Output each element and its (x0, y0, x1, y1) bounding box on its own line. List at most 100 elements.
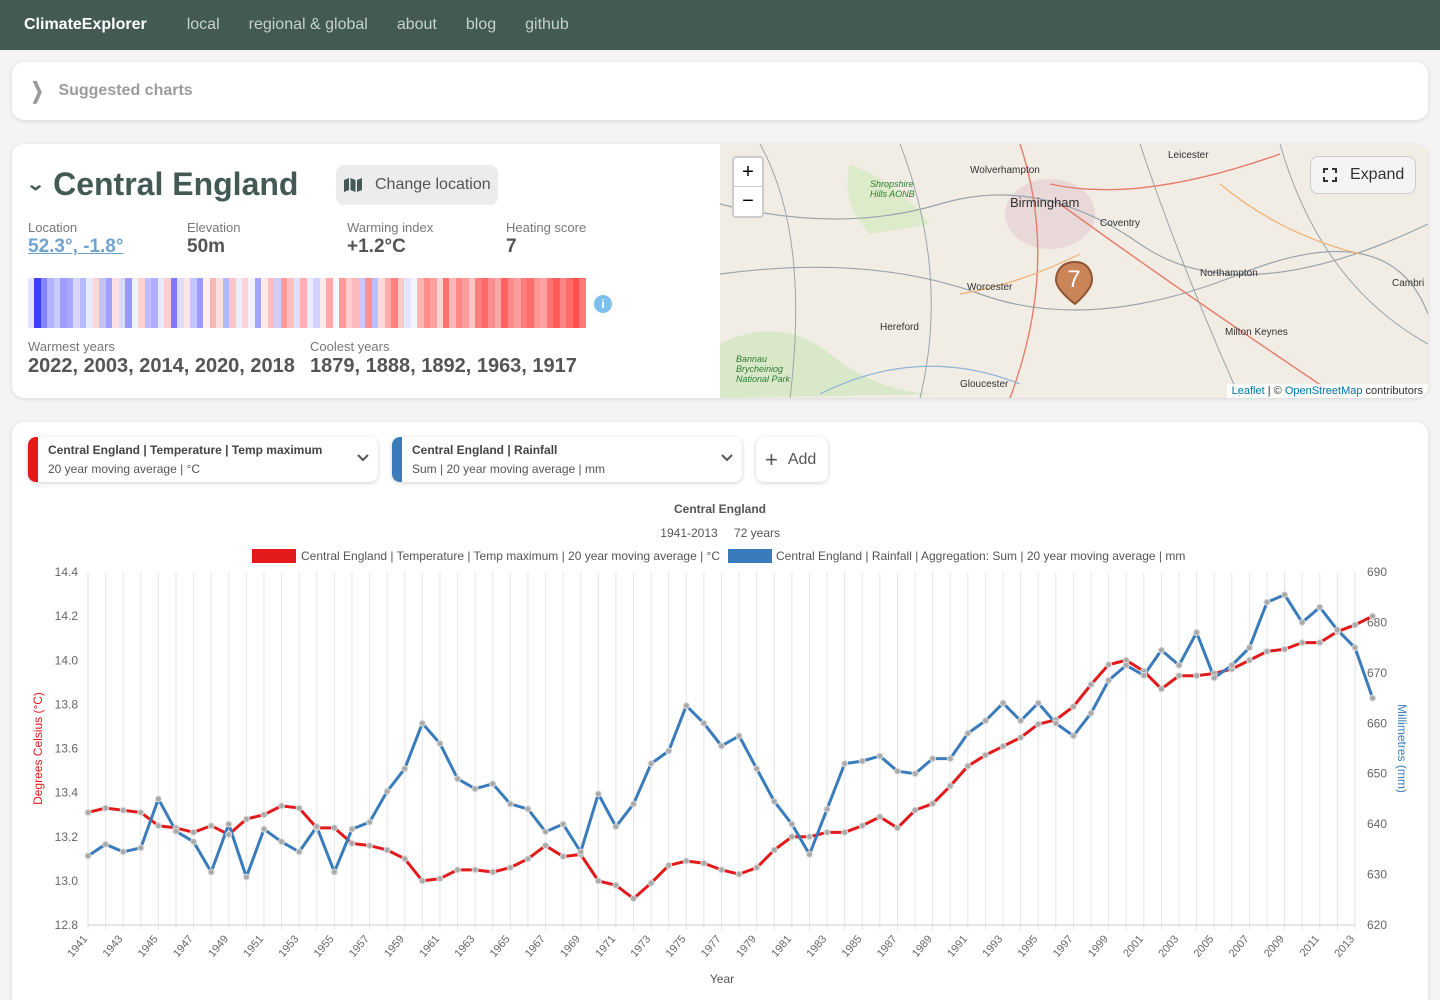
info-icon[interactable]: i (594, 295, 612, 313)
x-tick-label: 1993 (980, 933, 1005, 959)
nav-link-github[interactable]: github (525, 16, 569, 34)
y-tick-left: 13.4 (55, 786, 79, 800)
temperature-data-point (1316, 639, 1324, 647)
temperature-data-point (981, 751, 989, 759)
temperature-data-point (137, 808, 145, 816)
temperature-data-point (542, 842, 550, 850)
coolest-years-label: Coolest years (310, 339, 390, 354)
expand-map-button[interactable]: Expand (1310, 156, 1416, 194)
x-tick-label: 1957 (347, 933, 372, 959)
rainfall-data-point (524, 805, 532, 813)
rainfall-data-point (946, 755, 954, 763)
temperature-data-point (929, 800, 937, 808)
y-tick-right: 690 (1367, 565, 1387, 579)
stat-value: +1.2°C (347, 236, 406, 257)
temperature-data-point (911, 806, 919, 814)
rainfall-data-point (1087, 709, 1095, 717)
leaflet-link[interactable]: Leaflet (1232, 385, 1265, 397)
stat-value: 50m (187, 236, 226, 257)
x-tick-label: 1943 (101, 933, 126, 959)
x-tick-label: 1999 (1086, 933, 1111, 959)
zoom-in-button[interactable]: + (734, 158, 762, 187)
x-tick-label: 1951 (241, 933, 266, 959)
y-tick-left: 14.2 (55, 609, 79, 623)
rainfall-data-point (1017, 717, 1025, 725)
map-place-label: Shropshire Hills AONB (870, 179, 915, 199)
temperature-data-point (348, 839, 356, 847)
temperature-data-point (366, 842, 374, 850)
rainfall-data-point (542, 828, 550, 836)
map-place-label: Hereford (880, 322, 919, 333)
rainfall-data-point (1333, 626, 1341, 634)
rainfall-data-point (929, 755, 937, 763)
rainfall-data-point (295, 848, 303, 856)
temperature-data-point (119, 806, 127, 814)
rainfall-data-point (1351, 644, 1359, 652)
rainfall-data-point (102, 840, 110, 848)
y-tick-left: 13.2 (55, 830, 79, 844)
y-tick-right: 650 (1367, 767, 1387, 781)
rainfall-data-point (1193, 629, 1201, 637)
rainfall-data-point (242, 873, 250, 881)
map-place-label: Leicester (1168, 150, 1209, 161)
nav-link-local[interactable]: local (187, 16, 220, 34)
x-tick-label: 1959 (382, 933, 407, 959)
rainfall-data-point (1316, 603, 1324, 611)
rainfall-data-point (137, 844, 145, 852)
suggested-charts-panel[interactable]: ❯ Suggested charts (12, 62, 1428, 120)
temperature-data-point (735, 870, 743, 878)
zoom-out-button[interactable]: − (734, 187, 762, 216)
temperature-series-line (87, 614, 1374, 901)
x-tick-label: 1955 (312, 933, 337, 959)
map-place-label: Coventry (1100, 218, 1141, 229)
change-location-button[interactable]: Change location (336, 165, 498, 205)
temperature-data-point (489, 868, 497, 876)
y-tick-right: 660 (1367, 716, 1387, 730)
stat-location: Location 52.3°, -1.8° (28, 220, 123, 258)
y-tick-left: 14.0 (55, 653, 79, 667)
rainfall-data-point (911, 770, 919, 778)
x-tick-label: 1983 (804, 933, 829, 959)
rainfall-data-point (1157, 646, 1165, 654)
chevron-down-icon[interactable]: ⌄ (26, 174, 46, 195)
nav-link-about[interactable]: about (397, 16, 437, 34)
y-tick-right: 670 (1367, 666, 1387, 680)
nav-link-blog[interactable]: blog (466, 16, 496, 34)
x-tick-label: 1941 (65, 933, 90, 959)
x-tick-label: 1985 (840, 933, 865, 959)
location-header: ⌄ Central England (26, 166, 299, 203)
y-tick-left: 13.0 (55, 874, 79, 888)
location-map[interactable]: 7 Leicester Wolverhampton Birmingham Cov… (720, 144, 1428, 398)
y-tick-left: 13.6 (55, 742, 79, 756)
rainfall-data-point (454, 775, 462, 783)
map-icon (344, 178, 362, 192)
warmest-years-label: Warmest years (28, 339, 115, 354)
temperature-data-point (330, 824, 338, 832)
y-tick-left: 12.8 (55, 918, 79, 932)
x-tick-label: 2009 (1262, 933, 1287, 959)
rainfall-data-point (876, 752, 884, 760)
x-tick-label: 1947 (171, 933, 196, 959)
rainfall-data-point (700, 719, 708, 727)
stat-warming-index: Warming index +1.2°C (347, 220, 433, 258)
x-tick-label: 1975 (664, 933, 689, 959)
temperature-data-point (946, 782, 954, 790)
nav-link-regional-global[interactable]: regional & global (249, 16, 368, 34)
location-coordinates-link[interactable]: 52.3°, -1.8° (28, 236, 123, 258)
temperature-data-point (1369, 612, 1377, 620)
temperature-data-point (1087, 681, 1095, 689)
rainfall-data-point (1140, 671, 1148, 679)
brand-link[interactable]: ClimateExplorer (24, 16, 147, 34)
y-tick-left: 14.4 (55, 565, 79, 579)
temperature-data-point (700, 859, 708, 867)
osm-link[interactable]: OpenStreetMap (1285, 385, 1363, 397)
rainfall-data-point (383, 787, 391, 795)
temperature-data-point (858, 822, 866, 830)
rainfall-data-point (1052, 719, 1060, 727)
rainfall-data-point (1034, 699, 1042, 707)
map-place-label: Northampton (1200, 268, 1258, 279)
rainfall-data-point (858, 757, 866, 765)
y-axis-right-title: Millimetres (mm) (1395, 704, 1409, 793)
chart-card: Central England | Temperature | Temp max… (12, 422, 1428, 1000)
x-tick-label: 1953 (277, 933, 302, 959)
